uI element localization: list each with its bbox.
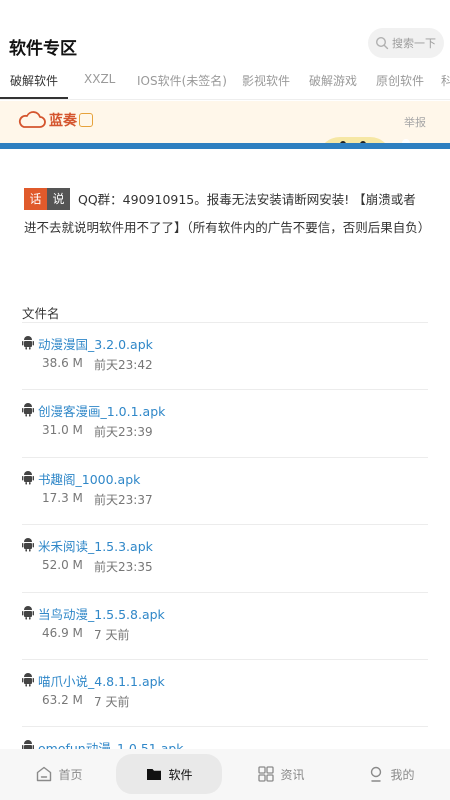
nav-profile-label: 我的 <box>390 767 415 782</box>
file-name-link[interactable]: 当鸟动漫_1.5.5.8.apk <box>38 604 165 623</box>
folder-icon <box>147 769 162 780</box>
cloud-box-icon <box>79 113 93 127</box>
file-name-link[interactable]: 动漫漫国_3.2.0.apk <box>38 334 153 353</box>
tab-xxzl[interactable]: XXZL <box>84 72 115 86</box>
person-icon <box>371 766 382 782</box>
android-icon <box>22 336 34 350</box>
search-icon <box>375 36 389 50</box>
file-row[interactable]: 米禾阅读_1.5.3.apk 52.0 M 前天23:35 <box>22 525 428 593</box>
home-icon <box>37 766 52 782</box>
file-name-link[interactable]: 米禾阅读_1.5.3.apk <box>38 536 153 555</box>
search-box[interactable]: 搜索一下 <box>368 28 444 58</box>
ad-stripe <box>0 143 450 149</box>
nav-profile[interactable]: 我的 <box>356 754 426 794</box>
notice-text: QQ群：490910915。报毒无法安装请断网安装! 【崩溃或者进不去就说明软件… <box>24 192 431 235</box>
file-row[interactable]: 喵爪小说_4.8.1.1.apk 63.2 M 7 天前 <box>22 660 428 728</box>
page-title: 软件专区 <box>9 39 77 59</box>
notice-tag-hua: 话 <box>24 188 47 210</box>
file-list: 动漫漫国_3.2.0.apk 38.6 M 前天23:42 创漫客漫画_1.0.… <box>22 323 428 795</box>
file-size: 31.0 M <box>42 423 83 438</box>
search-placeholder: 搜索一下 <box>392 37 436 50</box>
file-size: 38.6 M <box>42 356 83 370</box>
grid-icon <box>258 766 275 782</box>
notice-text-block: 话说 QQ群：490910915。报毒无法安装请断网安装! 【崩溃或者进不去就说明… <box>24 186 431 242</box>
file-name-link[interactable]: 创漫客漫画_1.0.1.apk <box>38 401 165 420</box>
tab-cracked-games[interactable]: 破解游戏 <box>309 72 357 89</box>
file-list-header: 文件名 <box>22 303 428 323</box>
nav-news[interactable]: 资讯 <box>244 754 318 794</box>
file-time: 前天23:37 <box>94 492 153 507</box>
file-row[interactable]: 创漫客漫画_1.0.1.apk 31.0 M 前天23:39 <box>22 390 428 458</box>
bottom-nav: 首页 软件 资讯 我的 <box>0 749 450 800</box>
ad-report-link[interactable]: 举报 <box>404 114 426 130</box>
tab-more[interactable]: 科 <box>441 72 450 89</box>
tab-video-software[interactable]: 影视软件 <box>242 72 290 89</box>
file-name-link[interactable]: 喵爪小说_4.8.1.1.apk <box>38 671 165 690</box>
android-icon <box>22 470 34 485</box>
file-size: 46.9 M <box>42 625 83 640</box>
nav-software-label: 软件 <box>168 767 193 782</box>
file-time: 7 天前 <box>94 694 130 709</box>
active-tab-indicator <box>0 97 68 99</box>
file-time: 前天23:35 <box>94 560 153 575</box>
file-row[interactable]: 动漫漫国_3.2.0.apk 38.6 M 前天23:42 <box>22 323 428 391</box>
android-icon <box>22 403 34 417</box>
file-row[interactable]: 书趣阁_1000.apk 17.3 M 前天23:37 <box>22 458 428 526</box>
nav-news-label: 资讯 <box>280 767 305 782</box>
cloud-icon <box>18 111 46 128</box>
android-icon <box>22 538 34 552</box>
file-size: 63.2 M <box>42 692 83 707</box>
file-row[interactable]: 当鸟动漫_1.5.5.8.apk 46.9 M 7 天前 <box>22 593 428 660</box>
nav-home-label: 首页 <box>58 767 83 782</box>
tab-original-software[interactable]: 原创软件 <box>376 72 424 89</box>
category-tabs: 破解软件 XXZL IOS软件(未签名) 影视软件 破解游戏 原创软件 科 <box>0 66 450 100</box>
android-icon <box>22 672 34 687</box>
file-time: 7 天前 <box>94 627 130 642</box>
file-time: 前天23:42 <box>94 358 153 372</box>
android-icon <box>22 605 34 620</box>
ad-banner[interactable]: 蓝奏 举报 <box>0 101 450 149</box>
nav-home[interactable]: 首页 <box>24 754 94 794</box>
notice-tag-shuo: 说 <box>47 188 70 210</box>
tab-ios-software[interactable]: IOS软件(未签名) <box>137 72 227 89</box>
file-time: 前天23:39 <box>94 425 153 440</box>
file-name-link[interactable]: 书趣阁_1000.apk <box>38 469 140 488</box>
ad-logo-text: 蓝奏 <box>49 113 77 129</box>
file-size: 52.0 M <box>42 558 83 573</box>
tab-cracked-software[interactable]: 破解软件 <box>10 72 58 89</box>
file-size: 17.3 M <box>42 490 83 505</box>
nav-software[interactable]: 软件 <box>116 754 222 794</box>
app-header: 软件专区 搜索一下 <box>0 0 450 66</box>
ad-logo: 蓝奏 <box>18 110 93 130</box>
